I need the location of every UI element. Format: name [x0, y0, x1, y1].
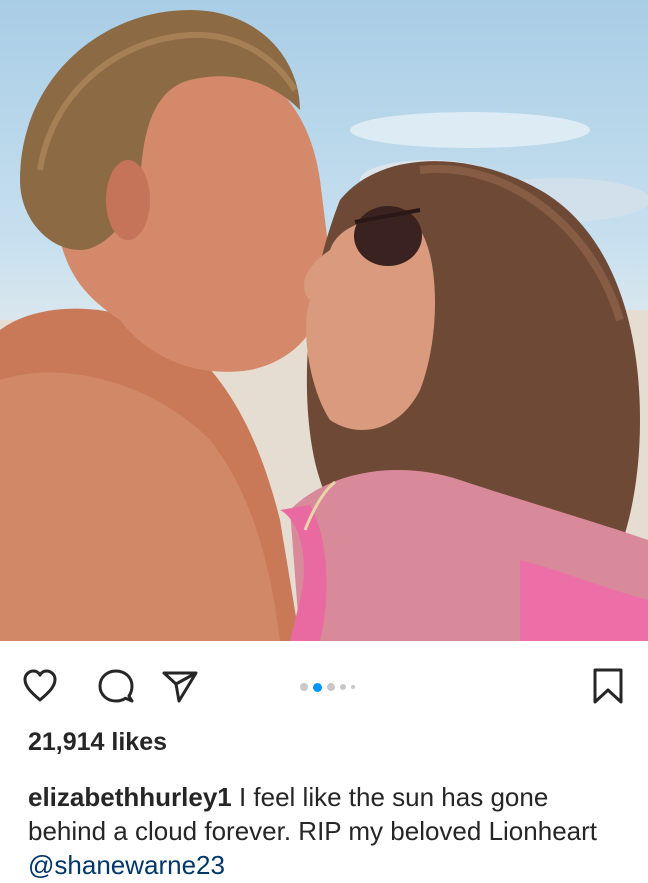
caption-mention[interactable]: @shanewarne23 — [28, 850, 225, 880]
likes-count[interactable]: 21,914 likes — [28, 728, 167, 757]
paper-plane-icon — [162, 671, 198, 703]
carousel-indicator — [300, 682, 355, 692]
instagram-post: 21,914 likes elizabethhurley1 I feel lik… — [0, 0, 648, 883]
post-caption: elizabethhurley1 I feel like the sun has… — [28, 780, 628, 882]
action-bar — [0, 652, 648, 718]
carousel-dot — [340, 684, 346, 690]
post-photo[interactable] — [0, 0, 648, 641]
comment-bubble-icon — [98, 669, 134, 703]
carousel-dot — [300, 683, 308, 691]
photo-illustration — [0, 10, 648, 641]
save-button[interactable] — [588, 666, 628, 706]
carousel-dot-active — [313, 682, 322, 692]
caption-username[interactable]: elizabethhurley1 — [28, 782, 232, 812]
carousel-dot — [327, 683, 335, 691]
heart-outline-icon — [23, 669, 57, 702]
like-button[interactable] — [20, 666, 60, 706]
comment-button[interactable] — [96, 666, 136, 706]
bookmark-outline-icon — [593, 668, 623, 704]
carousel-dot — [351, 685, 355, 689]
share-button[interactable] — [160, 666, 200, 706]
